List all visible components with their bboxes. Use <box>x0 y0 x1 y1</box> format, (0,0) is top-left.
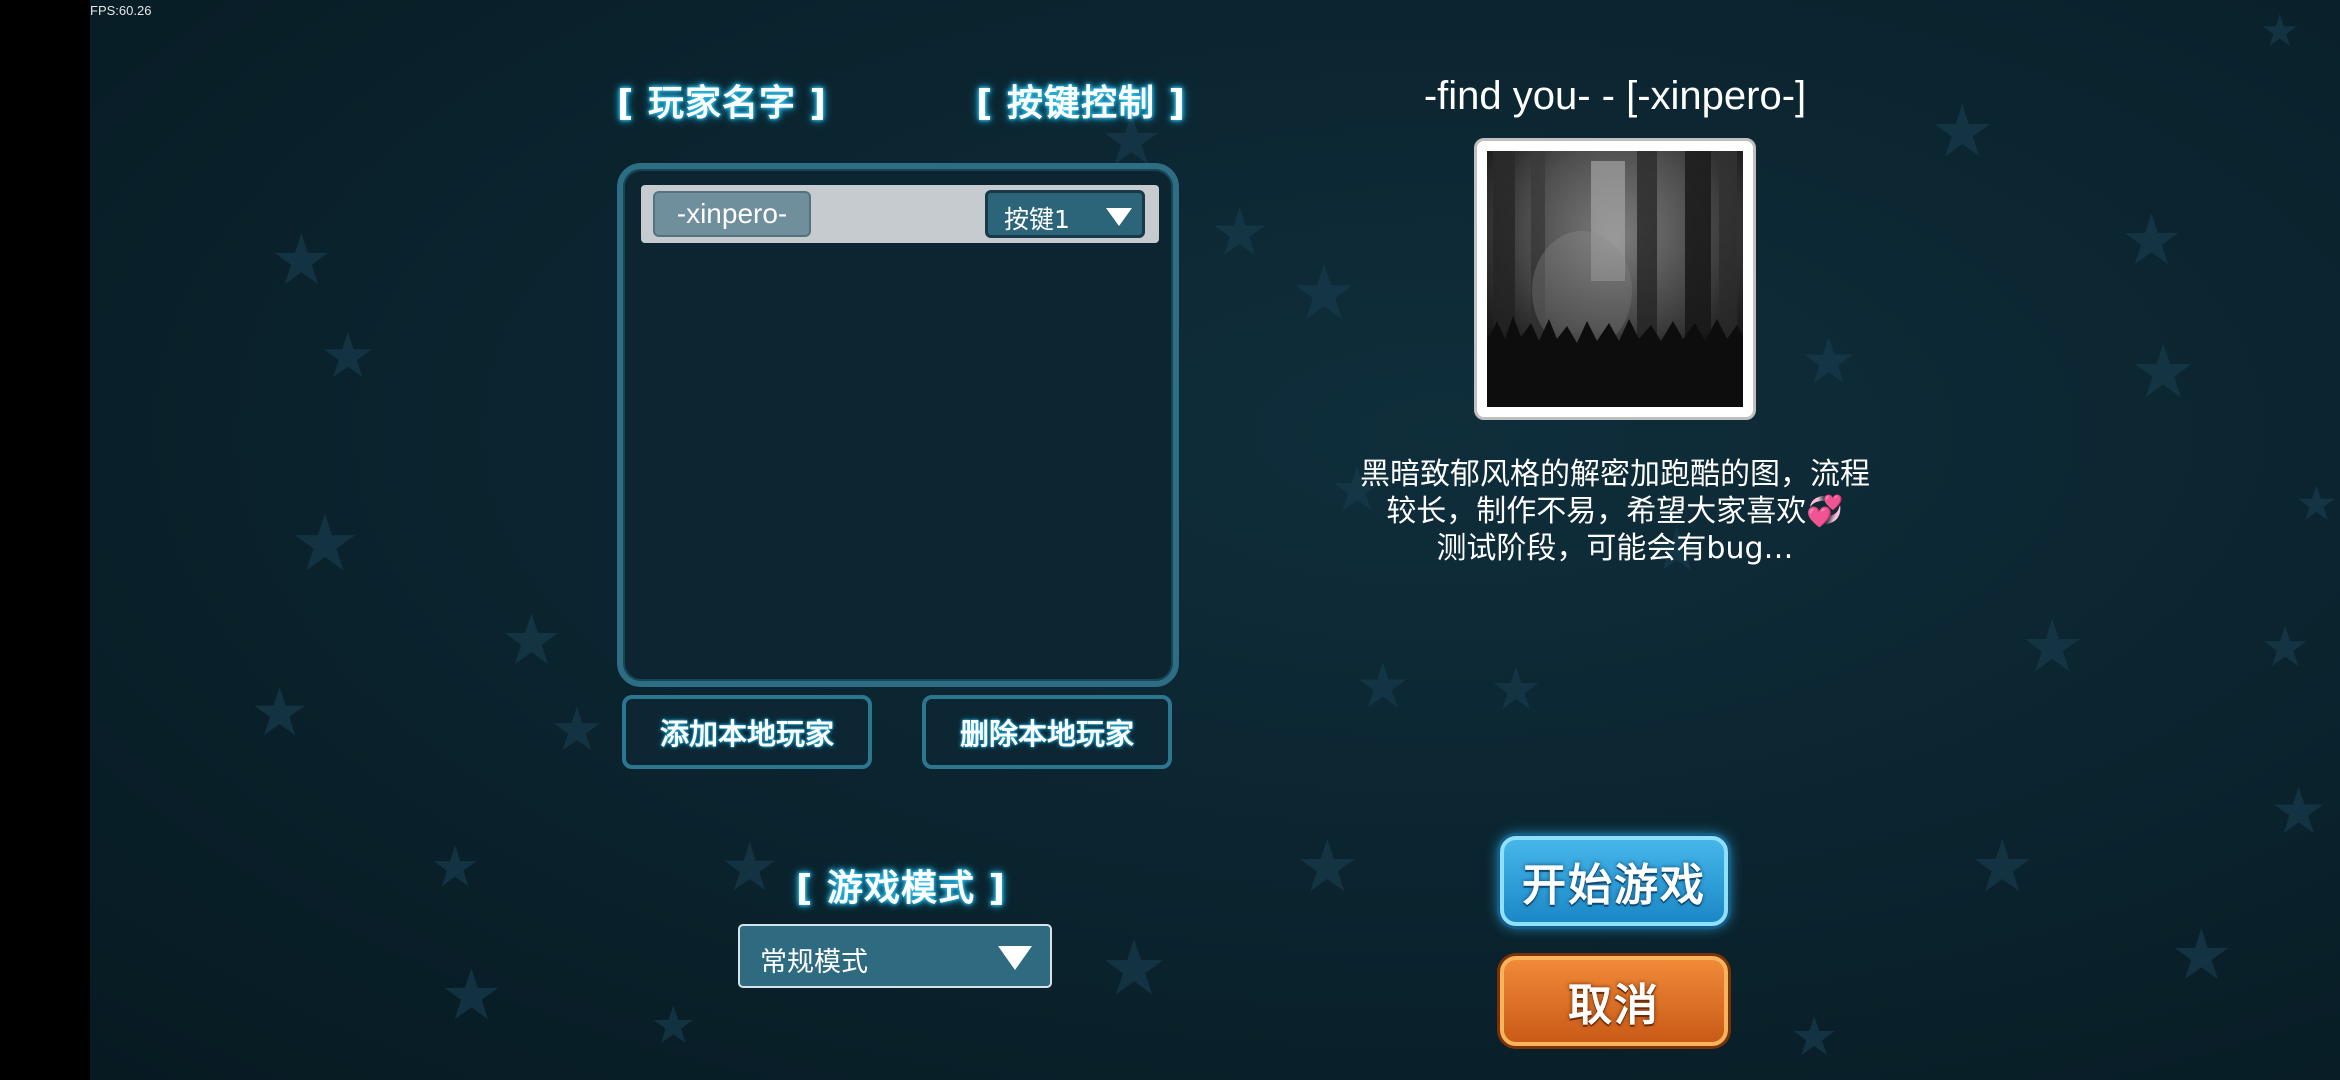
map-description-line: 较长，制作不易，希望大家喜欢💞 <box>1386 494 1844 529</box>
background-star-icon: ★ <box>1355 649 1411 722</box>
background-star-icon: ★ <box>430 835 481 900</box>
background-star-icon: ★ <box>2020 604 2085 688</box>
key-control-heading: [ 按键控制 ] <box>976 83 1186 124</box>
game-background: ★ ★ ★ ★ ★ ★ ★ ★ ★ ★ ★ ★ ★ ★ ★ ★ ★ ★ ★ ★ … <box>90 0 2340 1080</box>
background-star-icon: ★ <box>1790 1005 1839 1068</box>
game-mode-value: 常规模式 <box>760 947 868 978</box>
background-star-icon: ★ <box>1490 655 1542 723</box>
background-star-icon: ★ <box>720 829 780 906</box>
background-star-icon: ★ <box>2295 476 2339 532</box>
triangle-down-icon <box>998 946 1032 970</box>
background-star-icon: ★ <box>1930 89 1995 173</box>
background-star-icon: ★ <box>500 599 563 681</box>
add-local-player-button[interactable]: 添加本地玩家 <box>622 695 872 769</box>
cancel-button[interactable]: 取消 <box>1500 956 1728 1046</box>
background-star-icon: ★ <box>2260 6 2300 57</box>
background-star-icon: ★ <box>270 219 333 301</box>
map-title: -find you- - [-xinpero-] <box>1423 74 1807 118</box>
game-mode-dropdown[interactable]: 常规模式 <box>738 924 1052 988</box>
background-star-icon: ★ <box>440 954 503 1036</box>
map-description-line: 黑暗致郁风格的解密加跑酷的图，流程 <box>1360 457 1870 492</box>
triangle-down-icon <box>1106 208 1132 226</box>
player-row: -xinpero- 按键1 <box>641 185 1159 243</box>
player-list-panel: -xinpero- 按键1 <box>617 163 1179 687</box>
background-star-icon: ★ <box>1295 824 1360 908</box>
key-control-dropdown[interactable]: 按键1 <box>985 190 1145 238</box>
background-star-icon: ★ <box>2170 914 2233 996</box>
fps-counter: FPS:60.26 <box>90 3 152 18</box>
background-star-icon: ★ <box>1210 194 1270 271</box>
background-star-icon: ★ <box>1970 824 2035 908</box>
map-thumbnail-frame <box>1474 138 1756 420</box>
map-description-line: 测试阶段，可能会有bug… <box>1436 531 1794 566</box>
key-control-value: 按键1 <box>1004 205 1070 234</box>
player-name-field[interactable]: -xinpero- <box>653 191 811 237</box>
background-star-icon: ★ <box>550 695 604 765</box>
start-game-button[interactable]: 开始游戏 <box>1500 836 1728 926</box>
game-mode-heading: [ 游戏模式 ] <box>796 868 1006 909</box>
background-star-icon: ★ <box>1800 325 1858 399</box>
background-star-icon: ★ <box>2270 775 2328 849</box>
background-star-icon: ★ <box>250 674 310 751</box>
background-star-icon: ★ <box>2130 329 2197 415</box>
dark-forest-thumbnail-icon <box>1487 151 1743 407</box>
background-star-icon: ★ <box>320 319 376 392</box>
background-star-icon: ★ <box>650 996 697 1056</box>
player-name-heading: [ 玩家名字 ] <box>617 83 827 124</box>
background-star-icon: ★ <box>2260 615 2311 680</box>
background-star-icon: ★ <box>1290 248 1359 337</box>
map-description: 黑暗致郁风格的解密加跑酷的图，流程 较长，制作不易，希望大家喜欢💞 测试阶段，可… <box>1330 456 1900 567</box>
background-star-icon: ★ <box>1100 923 1169 1012</box>
background-star-icon: ★ <box>290 499 360 589</box>
map-thumbnail <box>1487 151 1743 407</box>
remove-local-player-button[interactable]: 删除本地玩家 <box>922 695 1172 769</box>
background-star-icon: ★ <box>2120 199 2183 281</box>
